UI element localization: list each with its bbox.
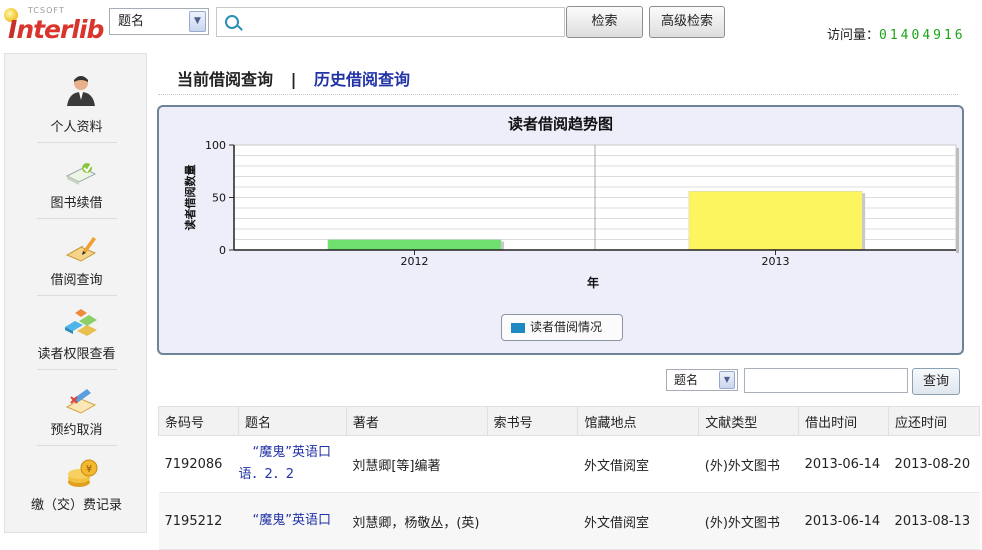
column-header[interactable]: 题名	[237, 406, 347, 436]
tab-history-borrow[interactable]: 历史借阅查询	[314, 70, 410, 89]
column-header[interactable]: 应还时间	[888, 406, 980, 436]
svg-text:¥: ¥	[86, 464, 92, 475]
x-axis-label: 年	[587, 275, 599, 290]
search-button[interactable]: 检索	[566, 6, 643, 38]
sidebar-item-label: 个人资料	[50, 120, 103, 135]
y-tick-label: 0	[219, 244, 226, 257]
logo-text: Interlib	[8, 15, 104, 44]
borrow-trend-chart: 读者借阅趋势图 0 50 100 2012 2013 年读者借阅数量 读者借阅情况	[157, 105, 964, 355]
sidebar-item-profile[interactable]: 个人资料	[5, 64, 148, 143]
title-link[interactable]: “魔鬼”英语口	[238, 442, 346, 464]
book-renew-icon	[65, 163, 97, 185]
y-tick-label: 50	[212, 192, 226, 205]
visit-counter-label: 访问量：	[827, 28, 880, 43]
bar	[688, 190, 863, 251]
sidebar-item-reservation-cancel[interactable]: 预约取消	[5, 369, 148, 446]
advanced-search-button[interactable]: 高级检索	[649, 6, 725, 38]
column-header[interactable]: 条码号	[158, 406, 239, 436]
search-icon	[225, 15, 239, 29]
search-field-select[interactable]: 题名 ▼	[109, 8, 209, 35]
barcode-cell: 7195212	[158, 492, 239, 550]
y-tick-label: 100	[205, 139, 226, 152]
legend-label: 读者借阅情况	[530, 320, 603, 334]
search-input[interactable]	[216, 7, 565, 37]
header: TCSOFT Interlib 题名 ▼ 检索 高级检索 访问量：0140491…	[0, 0, 982, 50]
sidebar-item-permissions[interactable]: 读者权限查看	[5, 295, 148, 371]
call-number-cell	[487, 435, 578, 493]
table-row: 7195212 “魔鬼”英语口 刘慧卿，杨敬丛，(英) 外文借阅室 (外)外文图…	[158, 492, 980, 550]
y-axis-label: 读者借阅数量	[183, 165, 197, 231]
title-cell[interactable]: “魔鬼”英语口 语．2．2	[238, 435, 347, 493]
query-tabs: 当前借阅查询 | 历史借阅查询	[177, 66, 410, 90]
sidebar-item-label: 预约取消	[50, 423, 103, 438]
column-header[interactable]: 馆藏地点	[577, 406, 700, 436]
logo-small-text: TCSOFT	[28, 6, 65, 15]
borrow-date-cell: 2013-06-14	[798, 435, 889, 493]
due-date-cell: 2013-08-20	[888, 435, 980, 493]
column-header[interactable]: 索书号	[486, 406, 579, 436]
sidebar-item-fee-record[interactable]: ¥ 缴（交）费记录	[5, 446, 148, 522]
visit-counter: 访问量：01404916	[827, 24, 966, 43]
logo-main: nterlib	[16, 15, 104, 44]
sidebar-item-renew[interactable]: 图书续借	[5, 142, 148, 219]
location-cell: 外文借阅室	[577, 435, 699, 493]
tab-current-borrow[interactable]: 当前借阅查询	[177, 70, 273, 89]
column-header[interactable]: 借出时间	[798, 406, 890, 436]
reader-permission-icon	[65, 309, 97, 336]
fee-record-icon: ¥	[68, 459, 98, 487]
tab-separator: |	[290, 70, 297, 89]
table-header-row: 条码号 题名 著者 索书号 馆藏地点 文献类型 借出时间 应还时间	[158, 406, 980, 436]
visit-counter-value: 01404916	[879, 28, 966, 43]
author-cell: 刘慧卿[等]编著	[346, 435, 488, 493]
borrow-date-cell: 2013-06-14	[798, 492, 889, 550]
title-link-line2[interactable]: 语．2．2	[238, 464, 346, 486]
borrow-records-table: 条码号 题名 著者 索书号 馆藏地点 文献类型 借出时间 应还时间 719208…	[158, 406, 980, 550]
due-date-cell: 2013-08-13	[888, 492, 980, 550]
chart-legend[interactable]: 读者借阅情况	[501, 314, 623, 341]
bar	[327, 239, 502, 251]
sidebar-item-borrow-query[interactable]: 借阅查询	[5, 219, 148, 296]
author-cell: 刘慧卿，杨敬丛，(英)	[346, 492, 488, 550]
interlib-logo[interactable]: TCSOFT Interlib	[4, 6, 104, 46]
legend-swatch	[511, 323, 525, 333]
chevron-down-icon[interactable]: ▼	[189, 11, 206, 32]
sidebar-item-label: 借阅查询	[50, 273, 103, 288]
search-field-select-value: 题名	[118, 14, 145, 29]
sidebar-item-label: 缴（交）费记录	[30, 498, 122, 513]
sidebar-item-label: 读者权限查看	[37, 347, 116, 362]
user-avatar-icon	[67, 76, 95, 106]
tabs-divider	[158, 94, 958, 95]
filter-input[interactable]	[744, 368, 908, 393]
location-cell: 外文借阅室	[577, 492, 699, 550]
filter-field-select[interactable]: 题名 ▼	[666, 369, 738, 391]
sidebar: 个人资料 图书续借 借阅查询 读者权限查看 预约取消 ¥ 缴（交）费记录	[4, 53, 147, 533]
chevron-down-icon[interactable]: ▼	[719, 371, 735, 389]
doc-type-cell: (外)外文图书	[698, 435, 799, 493]
doc-type-cell: (外)外文图书	[698, 492, 799, 550]
column-header[interactable]: 著者	[345, 406, 488, 436]
call-number-cell	[487, 492, 578, 550]
borrow-query-icon	[65, 237, 97, 262]
plot-shadow	[956, 148, 959, 253]
x-tick-label: 2012	[401, 255, 429, 268]
table-row: 7192086 “魔鬼”英语口 语．2．2 刘慧卿[等]编著 外文借阅室 (外)…	[158, 435, 980, 493]
column-header[interactable]: 文献类型	[698, 406, 800, 436]
title-cell[interactable]: “魔鬼”英语口	[238, 492, 347, 550]
query-button[interactable]: 查询	[912, 368, 960, 395]
barcode-cell: 7192086	[158, 435, 239, 493]
reservation-cancel-icon	[65, 389, 97, 414]
sidebar-item-label: 图书续借	[50, 196, 103, 211]
filter-field-select-value: 题名	[674, 373, 699, 387]
x-tick-label: 2013	[762, 255, 790, 268]
